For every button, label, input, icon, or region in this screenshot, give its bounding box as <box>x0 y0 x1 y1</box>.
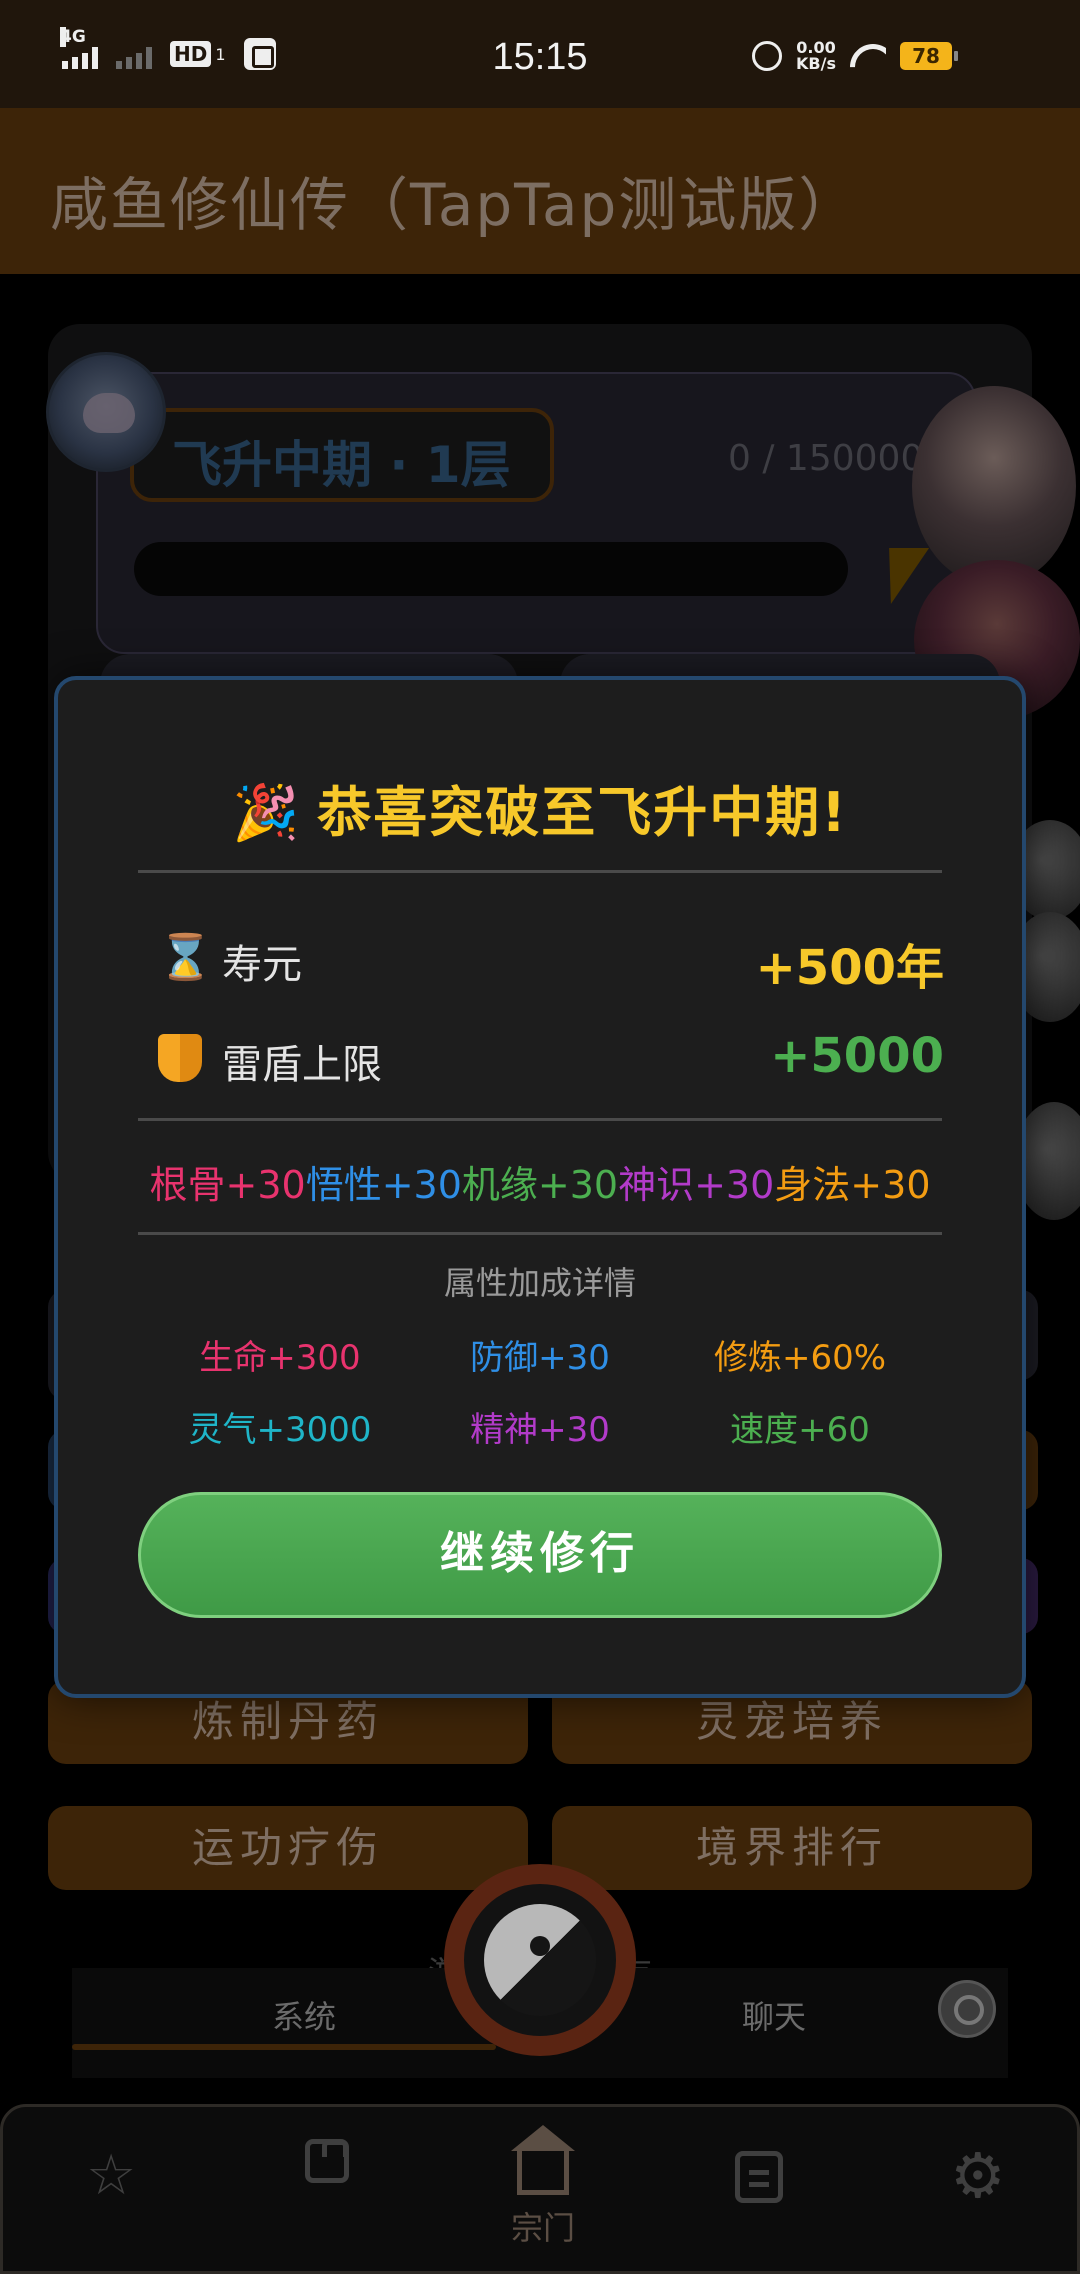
realm-ranking-button[interactable]: 境界排行 <box>552 1806 1032 1890</box>
nav-item-sect[interactable]: 宗门 <box>473 2111 613 2249</box>
status-bar: 4G HD 1 15:15 0.00 KB/s 78 <box>0 0 1080 108</box>
document-icon <box>735 2151 783 2203</box>
nav-item-favorites[interactable]: ☆ <box>41 2131 181 2208</box>
battery-icon: 78 <box>900 42 958 70</box>
bag-icon <box>305 2139 349 2183</box>
alarm-icon <box>752 41 783 71</box>
reward-label-lifespan: 寿元 <box>222 942 302 988</box>
reward-value-lifespan: +500年 <box>755 940 944 996</box>
taiji-button[interactable] <box>444 1864 636 2056</box>
nav-item-log[interactable] <box>689 2131 829 2203</box>
detail-spirit-qi: 灵气+3000 <box>188 1410 372 1450</box>
sect-home-icon <box>511 2125 575 2195</box>
net-speed-unit: KB/s <box>796 54 836 73</box>
reward-row-thunder-shield: 雷盾上限 +5000 <box>158 1028 944 1088</box>
tab-chat[interactable]: 聊天 <box>742 1992 806 2038</box>
detail-mind: 精神+30 <box>470 1410 610 1450</box>
reward-label-thunder-shield: 雷盾上限 <box>222 1042 382 1088</box>
detail-hp: 生命+300 <box>199 1338 361 1378</box>
dialog-title: 🎉 恭喜突破至飞升中期! <box>58 768 1022 847</box>
bottom-nav: ☆ 宗门 ⚙ <box>0 2104 1080 2274</box>
reward-value-thunder-shield: +5000 <box>770 1028 944 1084</box>
wifi-icon <box>850 42 886 70</box>
heal-button[interactable]: 运功疗伤 <box>48 1806 528 1890</box>
hourglass-icon: ⌛ <box>158 932 213 983</box>
realm-label: 飞升中期 · 1层 <box>172 436 511 494</box>
nav-label-sect: 宗门 <box>510 2209 575 2247</box>
attr-jiyuan: 机缘+30 <box>461 1163 619 1207</box>
dialog-divider-3 <box>138 1232 942 1235</box>
tab-system[interactable]: 系统 <box>272 1992 336 2038</box>
attr-shenfa: 身法+30 <box>774 1163 931 1207</box>
nav-item-settings[interactable]: ⚙ <box>905 2131 1045 2212</box>
star-icon: ☆ <box>86 2143 137 2208</box>
dialog-title-text: 恭喜突破至飞升中期! <box>317 781 848 844</box>
detail-title: 属性加成详情 <box>443 1264 636 1302</box>
tab-underline <box>72 2044 496 2050</box>
detail-defense: 防御+30 <box>470 1338 610 1378</box>
reward-row-lifespan: ⌛ 寿元 +500年 <box>158 928 944 997</box>
attribute-gains: 根骨+30悟性+30机缘+30神识+30身法+30 <box>58 1154 1022 1209</box>
net-speed: 0.00 KB/s <box>796 40 836 72</box>
search-icon[interactable] <box>938 1980 996 2038</box>
detail-speed: 速度+60 <box>730 1410 870 1450</box>
avatar[interactable] <box>46 352 166 472</box>
character-portrait-1[interactable] <box>912 386 1076 586</box>
shield-icon <box>158 1034 202 1082</box>
app-title: 咸鱼修仙传（TapTap测试版） <box>50 171 859 239</box>
gear-icon: ⚙ <box>950 2139 1006 2212</box>
attr-gengu: 根骨+30 <box>149 1163 306 1207</box>
attr-wuxing: 悟性+30 <box>305 1163 462 1207</box>
dialog-divider-2 <box>138 1118 942 1121</box>
exp-progress-bar <box>134 542 848 596</box>
status-right: 0.00 KB/s 78 <box>752 40 958 72</box>
party-popper-icon: 🎉 <box>232 781 302 844</box>
continue-cultivating-button[interactable]: 继续修行 <box>138 1492 942 1618</box>
dialog-divider-1 <box>138 870 942 873</box>
nav-item-bag[interactable] <box>257 2131 397 2183</box>
detail-cultivation: 修炼+60% <box>713 1338 887 1378</box>
attr-shenshi: 神识+30 <box>618 1163 775 1207</box>
app-bar: 咸鱼修仙传（TapTap测试版） <box>0 108 1080 274</box>
